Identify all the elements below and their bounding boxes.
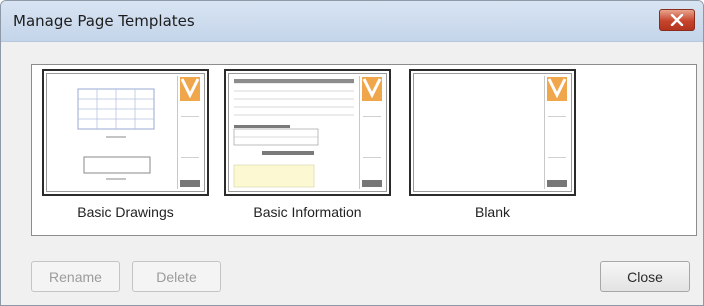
template-logo-icon [362, 77, 382, 101]
template-label: Blank [474, 204, 511, 220]
template-thumbnail [42, 69, 209, 196]
title-block [177, 76, 202, 189]
template-thumbnail [409, 69, 576, 196]
dialog-title: Manage Page Templates [13, 12, 195, 30]
close-window-button[interactable] [659, 9, 695, 31]
close-button[interactable]: Close [600, 261, 690, 292]
rename-button[interactable]: Rename [31, 261, 120, 292]
template-tile-basic-drawings[interactable]: Basic Drawings [42, 65, 209, 220]
template-label: Basic Drawings [77, 204, 174, 220]
title-bar: Manage Page Templates [1, 1, 703, 42]
template-gallery: Basic Drawings Basic Information Blank [31, 64, 697, 236]
template-tile-blank[interactable]: Blank [409, 65, 576, 220]
close-x-icon [670, 14, 684, 26]
title-block [359, 76, 384, 189]
manage-page-templates-dialog: Manage Page Templates Basic Drawings Bas… [0, 0, 704, 306]
dialog-content: Basic Drawings Basic Information Blank R… [1, 42, 703, 305]
template-tile-basic-information[interactable]: Basic Information [224, 65, 391, 220]
template-logo-icon [180, 77, 200, 101]
title-block [544, 76, 569, 189]
delete-button[interactable]: Delete [132, 261, 221, 292]
template-label: Basic Information [253, 204, 362, 220]
template-logo-icon [547, 77, 567, 101]
template-thumbnail [224, 69, 391, 196]
